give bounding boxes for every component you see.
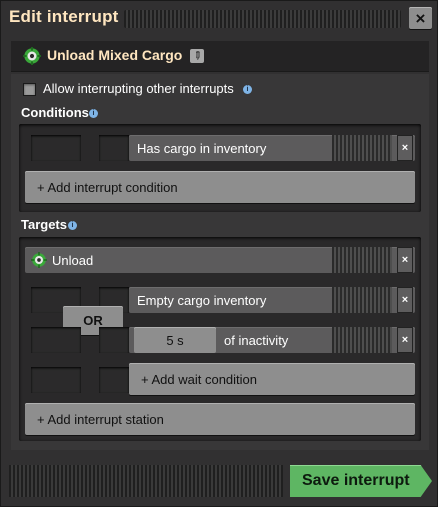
gear-icon [31,252,47,268]
edit-interrupt-window: Edit interrupt × Unload Mixed Cargo ✎ Al… [0,0,438,507]
targets-heading: Targets [21,217,67,232]
wait-condition-drag-slot[interactable] [31,327,81,353]
save-interrupt-button[interactable]: Save interrupt [290,465,432,497]
wait-condition-suffix: of inactivity [224,333,289,348]
allow-interrupting-label: Allow interrupting other interrupts [43,81,234,96]
inactivity-time-field[interactable]: 5 s [134,327,216,353]
wait-condition-drag-slot [31,367,81,393]
close-icon: × [415,8,426,28]
close-button[interactable]: × [409,7,432,29]
close-icon: × [401,253,409,266]
condition-label: Has cargo in inventory [137,141,267,156]
condition-drag-slot[interactable] [31,135,81,161]
add-wait-condition-button[interactable]: + Add wait condition [129,363,415,395]
close-icon: × [401,141,409,154]
condition-drag-handle[interactable] [332,135,392,161]
remove-station-button[interactable]: × [397,247,413,273]
pencil-icon: ✎ [189,48,205,64]
interrupt-name-row: Unload Mixed Cargo ✎ [11,41,429,72]
close-icon: × [401,333,409,346]
wait-condition-row[interactable]: Empty cargo inventory [129,287,415,313]
wait-condition-drag-handle[interactable] [332,287,392,313]
close-icon: × [401,293,409,306]
station-name: Unload [52,253,94,268]
wait-condition-label: Empty cargo inventory [137,293,267,308]
add-interrupt-station-button[interactable]: + Add interrupt station [25,403,415,435]
window-drag-handle[interactable] [124,10,401,28]
conditions-heading: Conditions [21,105,89,120]
condition-row[interactable]: Has cargo in inventory [129,135,415,161]
interrupt-name: Unload Mixed Cargo [47,47,183,63]
wait-condition-connector-slot [99,367,129,393]
station-drag-handle[interactable] [332,247,392,273]
remove-wait-condition-button[interactable]: × [397,287,413,313]
title-bar: Edit interrupt × [1,1,438,35]
target-station-row[interactable]: Unload [25,247,415,273]
allow-interrupting-checkbox[interactable] [23,83,36,96]
gear-icon [23,47,41,65]
info-icon: i [68,221,77,230]
condition-connector-slot[interactable] [99,135,129,161]
remove-condition-button[interactable]: × [397,135,413,161]
add-interrupt-condition-button[interactable]: + Add interrupt condition [25,171,415,203]
rename-button[interactable]: ✎ [189,48,205,64]
remove-wait-condition-button[interactable]: × [397,327,413,353]
wait-condition-connector-slot[interactable] [99,327,129,353]
info-icon: i [243,85,252,94]
info-icon: i [89,109,98,118]
wait-condition-drag-handle[interactable] [332,327,392,353]
footer-drag-handle[interactable] [9,465,283,497]
window-title: Edit interrupt [9,7,119,26]
